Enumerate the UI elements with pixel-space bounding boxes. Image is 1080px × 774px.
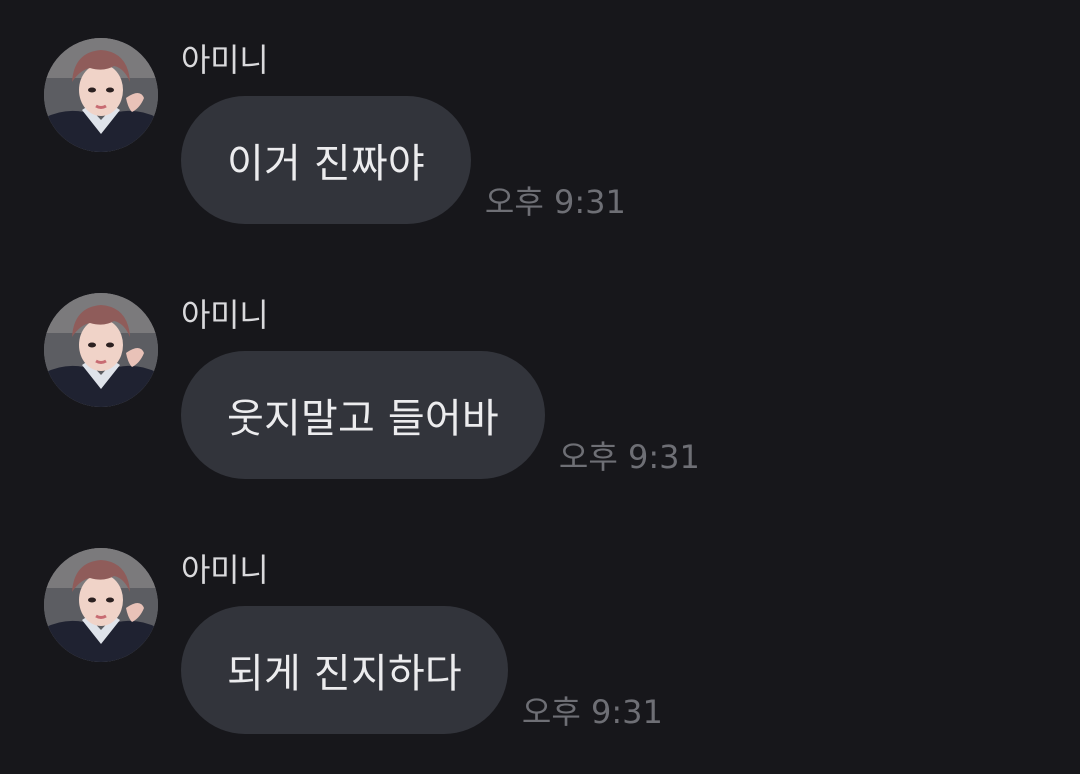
- chat-conversation: 아미니 이거 진짜야 오후 9:31 아미니 웃지말고 들어바 오후 9:31 …: [0, 0, 1080, 774]
- message-timestamp: 오후 9:31: [521, 693, 663, 731]
- avatar[interactable]: [44, 293, 158, 407]
- message-row: 이거 진짜야 오후 9:31: [181, 96, 626, 224]
- sender-name: 아미니: [181, 296, 269, 334]
- sender-name: 아미니: [181, 41, 269, 79]
- profile-photo-icon: [44, 548, 158, 662]
- message-timestamp: 오후 9:31: [558, 438, 700, 476]
- profile-photo-icon: [44, 38, 158, 152]
- avatar[interactable]: [44, 38, 158, 152]
- sender-name: 아미니: [181, 551, 269, 589]
- profile-photo-icon: [44, 293, 158, 407]
- message-group: 아미니 웃지말고 들어바 오후 9:31: [0, 293, 1080, 493]
- message-group: 아미니 이거 진짜야 오후 9:31: [0, 38, 1080, 238]
- message-row: 웃지말고 들어바 오후 9:31: [181, 351, 700, 479]
- message-bubble[interactable]: 웃지말고 들어바: [181, 351, 545, 479]
- message-group: 아미니 되게 진지하다 오후 9:31: [0, 548, 1080, 748]
- message-row: 되게 진지하다 오후 9:31: [181, 606, 663, 734]
- avatar[interactable]: [44, 548, 158, 662]
- message-timestamp: 오후 9:31: [484, 183, 626, 221]
- message-bubble[interactable]: 되게 진지하다: [181, 606, 508, 734]
- message-bubble[interactable]: 이거 진짜야: [181, 96, 471, 224]
